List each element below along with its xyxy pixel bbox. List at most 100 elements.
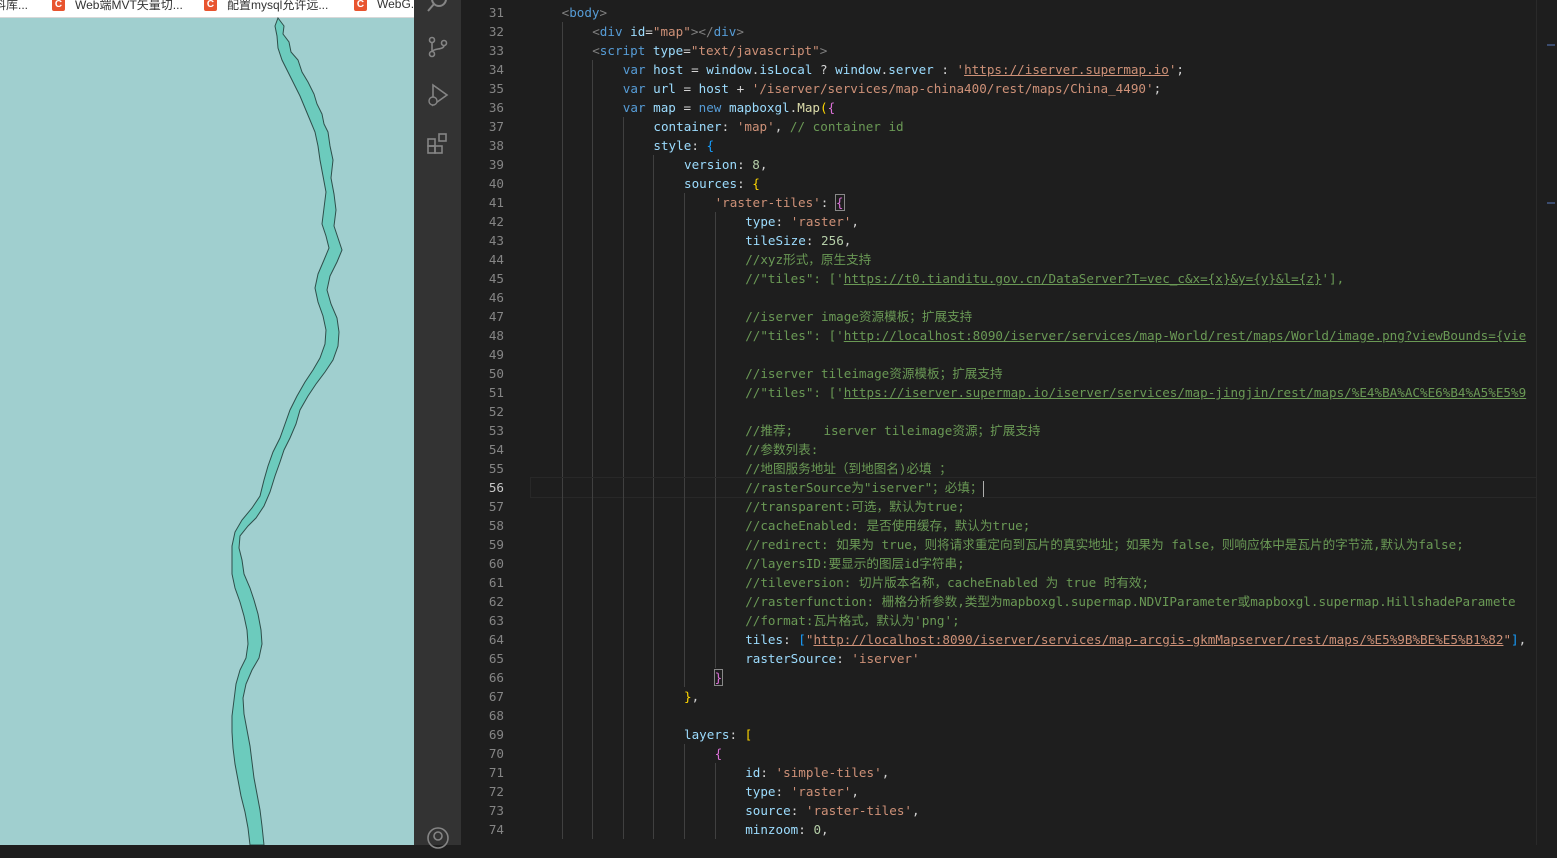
code-token: 0 (813, 822, 822, 837)
code-line[interactable]: { (531, 744, 1537, 763)
code-line[interactable]: //推荐; iserver tileimage资源；扩展支持 (531, 421, 1537, 440)
code-line[interactable]: <div id="map"></div> (531, 22, 1537, 41)
code-line[interactable]: sources: { (531, 174, 1537, 193)
code-line[interactable]: //xyz形式，原生支持 (531, 250, 1537, 269)
indent-guide (622, 440, 624, 459)
indent-guide (622, 763, 624, 782)
account-icon[interactable] (414, 818, 461, 858)
code-token: 'raster-tiles' (805, 803, 913, 818)
code-line[interactable]: //cacheEnabled: 是否使用缓存，默认为true; (531, 516, 1537, 535)
indent-guide (684, 288, 685, 307)
code-line[interactable]: //"tiles": ['https://t0.tianditu.gov.cn/… (531, 269, 1537, 288)
code-line[interactable]: //iserver image资源模板；扩展支持 (531, 307, 1537, 326)
code-token: + (728, 81, 752, 96)
code-line[interactable]: container: 'map', // container id (531, 117, 1537, 136)
code-line[interactable] (531, 706, 1537, 725)
code-token: // container id (789, 119, 904, 134)
indent-guide (653, 478, 655, 497)
bookmark-item[interactable]: C Web端MVT矢量切... (52, 0, 183, 14)
line-number: 34 (488, 62, 504, 77)
code-line[interactable]: tiles: ["http://localhost:8090/iserver/s… (531, 630, 1537, 649)
code-line[interactable]: //redirect: 如果为 true，则将请求重定向到瓦片的真实地址；如果为… (531, 535, 1537, 554)
indent-guide (592, 269, 594, 288)
code-token: id (745, 765, 761, 780)
code-line[interactable] (531, 402, 1537, 421)
code-line[interactable]: //rasterSource为"iserver"；必填； (530, 477, 1538, 498)
scrollbar-marker (1547, 202, 1555, 204)
code-line[interactable]: //参数列表: (531, 440, 1537, 459)
code-line[interactable]: source: 'raster-tiles', (531, 801, 1537, 820)
code-token: : (805, 233, 822, 248)
code-line[interactable]: <body> (531, 3, 1537, 22)
code-line[interactable] (531, 345, 1537, 364)
code-line[interactable]: //layersID:要显示的图层id字符串; (531, 554, 1537, 573)
code-line[interactable]: }, (531, 687, 1537, 706)
indent-guide (622, 535, 624, 554)
code-line[interactable]: id: 'simple-tiles', (531, 763, 1537, 782)
indent-guide (622, 611, 624, 630)
line-number: 62 (488, 594, 504, 609)
code-line[interactable]: //rasterfunction: 栅格分析参数,类型为mapboxgl.sup… (531, 592, 1537, 611)
code-lines[interactable]: <body> <div id="map"></div> <script type="… (530, 3, 1538, 839)
source-control-icon[interactable] (414, 27, 461, 67)
code-line[interactable]: var host = window.isLocal ? window.serve… (531, 60, 1537, 79)
line-number: 44 (488, 252, 504, 267)
code-token: : (933, 62, 957, 77)
indent-guide (622, 269, 624, 288)
code-token: , (881, 765, 890, 780)
indent-guide (561, 649, 563, 668)
code-token: container (653, 119, 722, 134)
extensions-icon[interactable] (414, 123, 461, 163)
code-line[interactable]: //tileversion: 切片版本名称，cacheEnabled 为 tru… (531, 573, 1537, 592)
code-token: , (759, 157, 768, 172)
bookmark-item[interactable]: C 配置mysql允许远... (204, 0, 328, 14)
code-token: script (599, 43, 646, 58)
line-number: 42 (488, 214, 504, 229)
indent-guide (684, 497, 685, 516)
indent-guide (622, 117, 624, 136)
search-icon[interactable] (414, 0, 461, 22)
editor-scrollbar[interactable] (1536, 0, 1557, 845)
code-line[interactable]: //地图服务地址（到地图名)必填 ； (531, 459, 1537, 478)
indent-guide (592, 535, 594, 554)
code-line[interactable]: type: 'raster', (531, 782, 1537, 801)
code-line[interactable]: //"tiles": ['http://localhost:8090/iserv… (531, 326, 1537, 345)
code-line[interactable]: type: 'raster', (531, 212, 1537, 231)
indent-guide (653, 421, 655, 440)
line-number: 74 (488, 822, 504, 837)
indent-guide (653, 497, 655, 516)
code-line[interactable]: style: { (531, 136, 1537, 155)
code-line[interactable]: 'raster-tiles': { (531, 193, 1537, 212)
indent-guide (561, 193, 563, 212)
code-line[interactable]: //transparent:可选，默认为true; (531, 497, 1537, 516)
indent-guide (653, 592, 655, 611)
browser-map-pane[interactable]: 资料库... C Web端MVT矢量切... C 配置mysql允许远... C… (0, 0, 414, 845)
code-token: //iserver image资源模板；扩展支持 (745, 309, 973, 324)
code-line[interactable]: //iserver tileimage资源模板；扩展支持 (531, 364, 1537, 383)
bookmark-item[interactable]: 资料库... (0, 0, 28, 14)
code-editor[interactable]: 31 32 33 34 35 36 37 38 39 40 41 42 43 44 45 46 47 48 49 50… (461, 0, 1557, 845)
code-line[interactable]: rasterSource: 'iserver' (531, 649, 1537, 668)
code-line[interactable]: <script type="text/javascript"> (531, 41, 1537, 60)
code-line[interactable]: } (531, 668, 1537, 687)
code-line[interactable]: var url = host + '/iserver/services/map-… (531, 79, 1537, 98)
indent-guide (561, 820, 563, 839)
code-line[interactable]: minzoom: 0, (531, 820, 1537, 839)
bookmark-item[interactable]: C WebG... (354, 0, 414, 14)
code-line[interactable]: tileSize: 256, (531, 231, 1537, 250)
map-canvas[interactable] (0, 17, 414, 845)
indent-guide (561, 174, 563, 193)
code-line[interactable]: //"tiles": ['https://iserver.supermap.io… (531, 383, 1537, 402)
code-line[interactable]: layers: [ (531, 725, 1537, 744)
code-line[interactable]: //format:瓦片格式，默认为'png'; (531, 611, 1537, 630)
run-debug-icon[interactable] (414, 75, 461, 115)
code-token: type (652, 43, 684, 58)
code-line[interactable] (531, 288, 1537, 307)
code-line[interactable]: version: 8, (531, 155, 1537, 174)
indent-guide (592, 497, 594, 516)
indent-guide (714, 307, 716, 326)
code-token: = (645, 24, 653, 39)
indent-guide (561, 421, 563, 440)
line-number: 50 (488, 366, 504, 381)
code-line[interactable]: var map = new mapboxgl.Map({ (531, 98, 1537, 117)
